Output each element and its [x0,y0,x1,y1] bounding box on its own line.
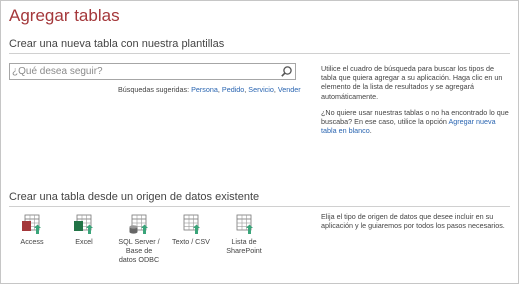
data-source-label: Lista de SharePoint [226,237,262,255]
search-input[interactable] [12,64,277,79]
data-source-label: Texto / CSV [172,237,210,246]
existing-source-heading: Crear una tabla desde un origen de datos… [9,191,260,203]
data-source-label: Access [20,237,44,246]
suggested-link-persona[interactable]: Persona [191,85,218,94]
divider [9,206,510,207]
search-help-text: Utilice el cuadro de búsqueda para busca… [321,64,503,101]
data-source-excel[interactable]: Excel [66,213,102,246]
blank-table-help-end: . [369,126,372,136]
sharepoint-icon [236,214,253,234]
suggested-label: Búsquedas sugeridas: [118,85,190,94]
data-source-text-csv[interactable]: Texto / CSV [166,213,216,246]
blank-table-help: ¿No quiere usar nuestras tablas o no ha … [321,108,511,136]
templates-heading: Crear una nueva tabla con nuestra planti… [9,38,225,50]
suggested-searches: Búsquedas sugeridas: Persona, Pedido, Se… [118,85,301,94]
access-icon [22,214,41,234]
excel-icon [74,214,93,234]
search-box [9,63,296,80]
data-source-access[interactable]: Access [14,213,50,246]
data-source-label: Excel [75,237,93,246]
page-title: Agregar tablas [9,6,120,25]
data-source-sql-server[interactable]: SQL Server / Base de datos ODBC [114,213,164,264]
suggested-link-vender[interactable]: Vender [278,85,301,94]
data-source-sharepoint[interactable]: Lista de SharePoint [222,213,266,255]
sql-server-icon [129,214,148,234]
text-csv-icon [183,214,200,234]
data-source-help: Elija el tipo de origen de datos que des… [321,212,505,231]
suggested-link-servicio[interactable]: Servicio [248,85,274,94]
data-source-label: SQL Server / Base de datos ODBC [118,237,160,264]
suggested-link-pedido[interactable]: Pedido [222,85,244,94]
divider [9,53,510,54]
search-icon[interactable] [280,65,293,78]
